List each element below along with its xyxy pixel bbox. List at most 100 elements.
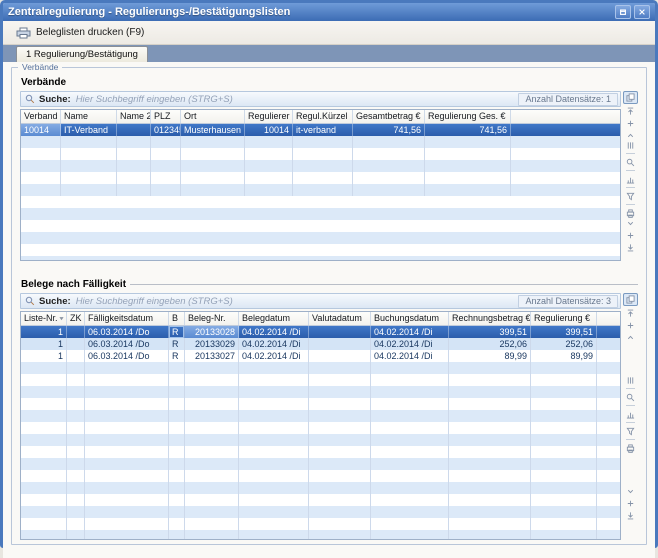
cell: [531, 494, 597, 506]
column-header[interactable]: ZK: [67, 312, 85, 325]
filter-icon[interactable]: [624, 426, 637, 436]
print-icon[interactable]: [624, 443, 637, 453]
cell[interactable]: [67, 350, 85, 362]
verbaende-search-bar[interactable]: Suche: Hier Suchbegriff eingeben (STRG+S…: [20, 91, 621, 107]
cell[interactable]: 399,51: [449, 326, 531, 338]
column-header[interactable]: Verband: [21, 110, 61, 123]
cell[interactable]: [309, 350, 371, 362]
print-lists-button[interactable]: Beleglisten drucken (F9): [9, 24, 151, 42]
column-header[interactable]: Fälligkeitsdatum: [85, 312, 169, 325]
cell[interactable]: 04.02.2014 /Di: [371, 326, 449, 338]
cell: [239, 398, 309, 410]
cell[interactable]: 10014: [21, 124, 61, 136]
cell: [449, 398, 531, 410]
cell: [117, 172, 151, 184]
column-header[interactable]: Regul.Kürzel: [293, 110, 353, 123]
cell[interactable]: R: [169, 326, 185, 338]
column-header[interactable]: B: [169, 312, 185, 325]
column-header[interactable]: Rechnungsbetrag €: [449, 312, 531, 325]
move-up-icon[interactable]: [624, 130, 637, 140]
cell[interactable]: [67, 338, 85, 350]
cell[interactable]: 89,99: [531, 350, 597, 362]
cell[interactable]: it-verband: [293, 124, 353, 136]
add-row-icon[interactable]: [624, 498, 637, 508]
cell[interactable]: 89,99: [449, 350, 531, 362]
table-row-selected[interactable]: 1 06.03.2014 /Do R 20133028 04.02.2014 /…: [21, 326, 620, 338]
move-up-icon[interactable]: [624, 332, 637, 342]
column-header[interactable]: Buchungsdatum: [371, 312, 449, 325]
column-header[interactable]: Valutadatum: [309, 312, 371, 325]
table-row-selected[interactable]: 10014 IT-Verband 012345 Musterhausen 100…: [21, 124, 620, 136]
cell[interactable]: 04.02.2014 /Di: [239, 326, 309, 338]
cell[interactable]: 04.02.2014 /Di: [371, 338, 449, 350]
cell[interactable]: 04.02.2014 /Di: [371, 350, 449, 362]
cell[interactable]: 1: [21, 350, 67, 362]
cell[interactable]: 06.03.2014 /Do: [85, 350, 169, 362]
column-header[interactable]: Regulierung €: [531, 312, 597, 325]
column-header[interactable]: Name: [61, 110, 117, 123]
column-header-sorted[interactable]: Liste-Nr.: [21, 312, 67, 325]
cell[interactable]: R: [169, 350, 185, 362]
tab-regulierung-bestaetigung[interactable]: 1 Regulierung/Bestätigung: [16, 46, 148, 62]
scroll-down-icon[interactable]: [624, 486, 637, 496]
chart-icon[interactable]: [624, 174, 637, 184]
column-config-icon[interactable]: [624, 375, 637, 385]
cell[interactable]: Musterhausen: [181, 124, 245, 136]
add-row-icon[interactable]: [624, 320, 637, 330]
column-header[interactable]: Gesamtbetrag €: [353, 110, 425, 123]
cell[interactable]: 252,06: [449, 338, 531, 350]
add-row-icon[interactable]: [624, 118, 637, 128]
cell[interactable]: 252,06: [531, 338, 597, 350]
chart-icon[interactable]: [624, 409, 637, 419]
column-config-icon[interactable]: [624, 140, 637, 150]
column-header[interactable]: Regulierung Ges. €: [425, 110, 511, 123]
cell[interactable]: 1: [21, 326, 67, 338]
cell[interactable]: 741,56: [425, 124, 511, 136]
table-row[interactable]: 1 06.03.2014 /Do R 20133027 04.02.2014 /…: [21, 350, 620, 362]
column-header[interactable]: Beleg-Nr.: [185, 312, 239, 325]
search-icon[interactable]: [624, 157, 637, 167]
column-header[interactable]: Belegdatum: [239, 312, 309, 325]
belege-search-bar[interactable]: Suche: Hier Suchbegriff eingeben (STRG+S…: [20, 293, 621, 309]
cell[interactable]: 1: [21, 338, 67, 350]
title-bar[interactable]: Zentralregulierung - Regulierungs-/Bestä…: [3, 3, 655, 21]
add-row-icon[interactable]: [624, 230, 637, 240]
cell[interactable]: 04.02.2014 /Di: [239, 350, 309, 362]
scroll-top-icon[interactable]: [624, 308, 637, 318]
close-button[interactable]: [634, 5, 650, 19]
empty-row: [21, 458, 620, 470]
print-icon[interactable]: [624, 208, 637, 218]
column-header[interactable]: PLZ: [151, 110, 181, 123]
cell[interactable]: IT-Verband: [61, 124, 117, 136]
cell: [309, 530, 371, 540]
scroll-bottom-icon[interactable]: [624, 510, 637, 520]
cell: [449, 470, 531, 482]
cell[interactable]: 20133028: [185, 326, 239, 338]
cell[interactable]: 06.03.2014 /Do: [85, 326, 169, 338]
cell[interactable]: R: [169, 338, 185, 350]
cell[interactable]: 10014: [245, 124, 293, 136]
column-header[interactable]: Ort: [181, 110, 245, 123]
copy-grid-icon[interactable]: [623, 91, 638, 104]
cell[interactable]: 20133027: [185, 350, 239, 362]
cell[interactable]: 06.03.2014 /Do: [85, 338, 169, 350]
search-icon[interactable]: [624, 392, 637, 402]
scroll-bottom-icon[interactable]: [624, 242, 637, 252]
column-header[interactable]: Name 2: [117, 110, 151, 123]
cell[interactable]: 399,51: [531, 326, 597, 338]
restore-button[interactable]: [615, 5, 631, 19]
cell[interactable]: [309, 326, 371, 338]
cell[interactable]: [309, 338, 371, 350]
cell[interactable]: 012345: [151, 124, 181, 136]
scroll-down-icon[interactable]: [624, 218, 637, 228]
cell[interactable]: [117, 124, 151, 136]
copy-grid-icon[interactable]: [623, 293, 638, 306]
filter-icon[interactable]: [624, 191, 637, 201]
cell[interactable]: 20133029: [185, 338, 239, 350]
cell[interactable]: 741,56: [353, 124, 425, 136]
scroll-top-icon[interactable]: [624, 106, 637, 116]
cell[interactable]: [67, 326, 85, 338]
cell[interactable]: 04.02.2014 /Di: [239, 338, 309, 350]
column-header[interactable]: Regulierer: [245, 110, 293, 123]
table-row[interactable]: 1 06.03.2014 /Do R 20133029 04.02.2014 /…: [21, 338, 620, 350]
